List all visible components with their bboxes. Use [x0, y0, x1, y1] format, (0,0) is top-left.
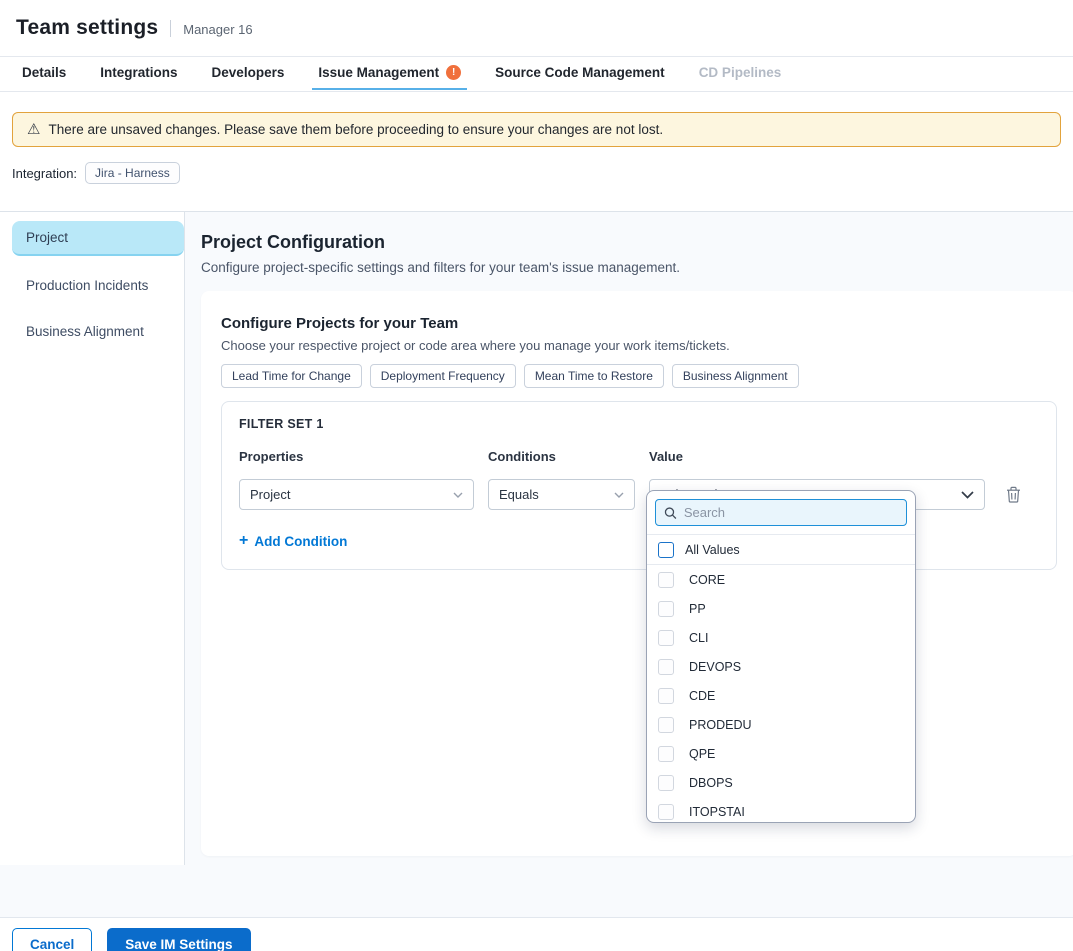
filter-set-1: FILTER SET 1 Properties Conditions Value…: [221, 401, 1057, 570]
chevron-down-icon: [614, 492, 624, 498]
tab-integrations[interactable]: Integrations: [98, 63, 179, 89]
sidebar-item-production-incidents[interactable]: Production Incidents: [12, 269, 184, 302]
settings-sidebar: Project Production Incidents Business Al…: [0, 212, 185, 865]
checkbox[interactable]: [658, 688, 674, 704]
cancel-button[interactable]: Cancel: [12, 928, 92, 951]
checkbox[interactable]: [658, 775, 674, 791]
search-input[interactable]: [684, 505, 898, 520]
plus-icon: +: [239, 533, 248, 549]
configure-projects-card: Configure Projects for your Team Choose …: [201, 291, 1073, 856]
banner-text: There are unsaved changes. Please save t…: [48, 122, 663, 137]
option-cli[interactable]: CLI: [647, 623, 915, 652]
footer-bar: Cancel Save IM Settings: [0, 917, 1073, 951]
save-im-settings-button[interactable]: Save IM Settings: [107, 928, 250, 951]
chip-lead-time-for-change[interactable]: Lead Time for Change: [221, 364, 362, 388]
tab-developers[interactable]: Developers: [210, 63, 287, 89]
chevron-down-icon: [453, 492, 463, 498]
chip-deployment-frequency[interactable]: Deployment Frequency: [370, 364, 516, 388]
checkbox[interactable]: [658, 601, 674, 617]
filter-set-title: FILTER SET 1: [239, 417, 1039, 431]
tab-issue-management[interactable]: Issue Management !: [316, 63, 463, 89]
tab-cd-pipelines: CD Pipelines: [697, 63, 784, 89]
chip-mean-time-to-restore[interactable]: Mean Time to Restore: [524, 364, 664, 388]
integration-chip[interactable]: Jira - Harness: [85, 162, 180, 184]
card-subtitle: Choose your respective project or code a…: [221, 338, 1057, 353]
card-title: Configure Projects for your Team: [221, 315, 1057, 332]
chip-business-alignment[interactable]: Business Alignment: [672, 364, 799, 388]
option-cde[interactable]: CDE: [647, 681, 915, 710]
dropdown-search-box[interactable]: [655, 499, 907, 526]
delete-filter-button[interactable]: [999, 481, 1027, 509]
page-title: Team settings: [16, 16, 158, 40]
trash-icon: [1006, 486, 1021, 503]
filter-grid: Properties Conditions Value Project Equa…: [239, 449, 1039, 510]
integration-label: Integration:: [12, 166, 77, 181]
option-devops[interactable]: DEVOPS: [647, 652, 915, 681]
page-subtitle: Manager 16: [170, 20, 252, 37]
panel-title: Project Configuration: [201, 232, 1073, 253]
page-header: Team settings Manager 16: [0, 0, 1073, 57]
search-icon: [664, 506, 677, 520]
value-label: Value: [649, 449, 985, 464]
value-dropdown-panel: All Values CORE PP CLI DEVOPS CDE PRODED…: [646, 490, 916, 823]
checkbox[interactable]: [658, 572, 674, 588]
add-condition-button[interactable]: + Add Condition: [239, 533, 347, 549]
tab-bar: Details Integrations Developers Issue Ma…: [0, 57, 1073, 92]
warning-icon: ⚠: [27, 122, 40, 137]
tab-source-code-management[interactable]: Source Code Management: [493, 63, 667, 89]
dropdown-search-area: [647, 491, 915, 535]
checkbox[interactable]: [658, 804, 674, 820]
checkbox[interactable]: [658, 659, 674, 675]
unsaved-changes-badge-icon: !: [446, 65, 461, 80]
checkbox[interactable]: [658, 746, 674, 762]
all-values-checkbox[interactable]: [658, 542, 674, 558]
integration-row: Integration: Jira - Harness: [12, 162, 1061, 184]
checkbox[interactable]: [658, 717, 674, 733]
chevron-down-icon: [961, 491, 974, 499]
footer-spacer: [0, 865, 1073, 917]
option-core[interactable]: CORE: [647, 565, 915, 594]
option-prodedu[interactable]: PRODEDU: [647, 710, 915, 739]
conditions-select[interactable]: Equals: [488, 479, 635, 510]
panel-subtitle: Configure project-specific settings and …: [201, 260, 1073, 275]
properties-select[interactable]: Project: [239, 479, 474, 510]
sidebar-item-project[interactable]: Project: [12, 221, 184, 256]
unsaved-changes-banner: ⚠ There are unsaved changes. Please save…: [12, 112, 1061, 147]
project-configuration-panel: Project Configuration Configure project-…: [185, 212, 1073, 865]
properties-label: Properties: [239, 449, 474, 464]
pre-panel-section: ⚠ There are unsaved changes. Please save…: [0, 112, 1073, 211]
checkbox[interactable]: [658, 630, 674, 646]
metric-chips: Lead Time for Change Deployment Frequenc…: [221, 364, 1057, 388]
tab-details[interactable]: Details: [20, 63, 68, 89]
conditions-label: Conditions: [488, 449, 635, 464]
sidebar-item-business-alignment[interactable]: Business Alignment: [12, 315, 184, 348]
option-itopstai[interactable]: ITOPSTAI: [647, 797, 915, 823]
all-values-option[interactable]: All Values: [647, 535, 915, 565]
option-qpe[interactable]: QPE: [647, 739, 915, 768]
option-dbops[interactable]: DBOPS: [647, 768, 915, 797]
option-pp[interactable]: PP: [647, 594, 915, 623]
